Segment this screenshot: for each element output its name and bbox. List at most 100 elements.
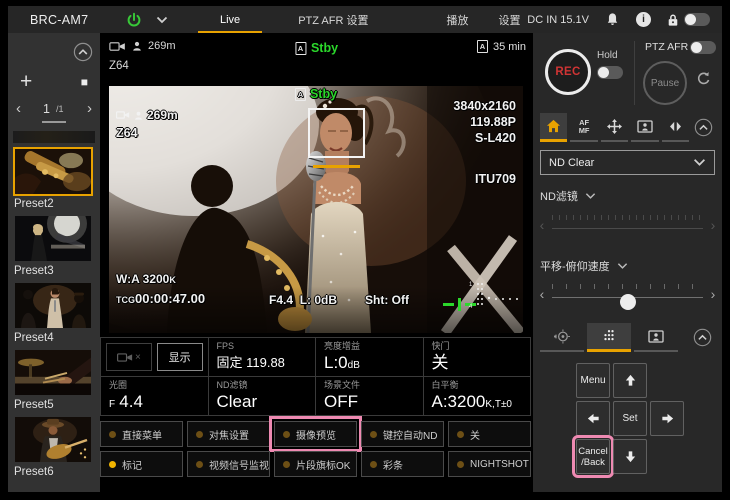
tab-playback[interactable]: 播放	[446, 12, 468, 28]
button-marker[interactable]: 标记	[100, 451, 183, 477]
button-camera-preview[interactable]: 摄像预览	[269, 416, 362, 452]
rec-hold-toggle[interactable]	[597, 66, 623, 79]
camera-status-strip: 269m Z64 A Stby A 35 min	[100, 33, 533, 86]
right-button[interactable]	[650, 401, 684, 436]
preset6-label: Preset6	[14, 466, 54, 478]
sidebar-collapse-icon[interactable]	[73, 42, 93, 62]
info-cell-nd[interactable]: ND滤镜 Clear	[208, 377, 315, 415]
svg-text:1: 1	[469, 282, 473, 288]
pan-tilt-icon	[607, 119, 623, 134]
rec-button[interactable]: REC	[545, 49, 591, 95]
osd-off-button[interactable]: ×	[106, 343, 152, 371]
info-cell-gain[interactable]: 亮度增益 L:0dB	[316, 338, 423, 376]
slider-left-arrow[interactable]: ‹	[535, 287, 549, 301]
tab-tracking[interactable]	[631, 113, 659, 142]
tab-menu-keypad[interactable]	[587, 323, 631, 352]
preset4-label: Preset4	[14, 332, 54, 344]
cancel-back-button[interactable]: Cancel/Back	[572, 435, 614, 478]
button-off[interactable]: 关	[448, 421, 531, 447]
button-nightshot[interactable]: NIGHTSHOT	[448, 451, 531, 477]
menu-button[interactable]: Menu	[576, 363, 610, 398]
page-total: /1	[55, 103, 64, 114]
joystick-icon	[554, 329, 570, 344]
button-focus-settings[interactable]: 对焦设置	[187, 421, 270, 447]
osd-white-balance: W:A 3200K	[116, 272, 176, 286]
nd-filter-slider: ‹ ›	[535, 213, 720, 237]
info-cell-shutter[interactable]: 快门 关	[423, 338, 530, 376]
camera-info-panel: × 显示 FPS 固定 119.88 亮度增益 L:0dB 快门 关 光圈 F …	[100, 337, 531, 416]
tab-joystick[interactable]	[540, 323, 584, 352]
info-cell-white-balance[interactable]: 白平衡 A:3200K,T±0	[423, 377, 530, 415]
panel-collapse-icon[interactable]	[692, 113, 715, 142]
zoom-position: Z64	[109, 60, 129, 72]
power-icon[interactable]	[126, 12, 142, 28]
tab-tracking[interactable]	[634, 323, 678, 352]
button-video-signal-monitor[interactable]: 视频信号监视	[187, 451, 270, 477]
info-cell-scene-file[interactable]: 场景文件 OFF	[316, 377, 423, 415]
preset4-thumbnail-image	[15, 283, 91, 328]
led-indicator	[196, 430, 203, 438]
nd-filter-select[interactable]: ND Clear	[540, 150, 715, 175]
button-color-bars[interactable]: 彩条	[361, 451, 444, 477]
media-slot-icon: A	[476, 40, 488, 53]
info-icon[interactable]: i	[636, 12, 651, 27]
panel-collapse-icon[interactable]	[689, 323, 715, 352]
display-button[interactable]: 显示	[156, 343, 203, 371]
tab-ptz-afr-settings[interactable]: PTZ AFR 设置	[298, 12, 368, 28]
osd-format-stack: 3840x2160 119.88P S-L420	[453, 98, 516, 146]
page-next-button[interactable]: ›	[87, 100, 92, 117]
ptz-afr-toggle[interactable]	[690, 41, 716, 54]
button-direct-menu[interactable]: 直接菜单	[100, 421, 183, 447]
tab-iris-adjust[interactable]	[661, 113, 690, 142]
preset-thumbnail-partial[interactable]	[13, 131, 95, 143]
tab-settings[interactable]: 设置	[498, 12, 520, 28]
info-cell-fps[interactable]: FPS 固定 119.88	[208, 338, 315, 376]
refresh-icon[interactable]	[696, 71, 711, 86]
nd-slider-section[interactable]: ND滤镜	[540, 188, 715, 204]
control-panel: REC Hold PTZ AFR Pause AF MF ND Clear ND…	[533, 33, 722, 492]
record-controls: REC Hold PTZ AFR Pause	[533, 33, 722, 113]
info-cell-iris[interactable]: 光圈 F 4.4	[101, 377, 208, 415]
osd-timecode: TCG00:00:47.00	[116, 291, 206, 306]
down-button[interactable]	[613, 439, 647, 474]
control-tabbar-top: AF MF	[533, 113, 722, 142]
preset4-thumbnail[interactable]	[13, 281, 93, 330]
cross-icon: ×	[134, 351, 141, 363]
page-prev-button[interactable]: ‹	[16, 100, 21, 117]
audio-level-meter: 14	[469, 278, 521, 312]
add-preset-button[interactable]: +	[20, 71, 32, 92]
button-key-auto-nd[interactable]: 键控自动ND	[361, 421, 444, 447]
pan-tilt-speed-slider[interactable]: ‹ ›	[535, 282, 720, 310]
left-button[interactable]	[576, 401, 610, 436]
preset6-thumbnail[interactable]	[13, 415, 93, 464]
tab-home[interactable]	[540, 113, 568, 142]
app-window: BRC-AM7 Live PTZ AFR 设置 播放 设置 DC IN 15.1…	[8, 6, 722, 492]
osd-record-state: A Stby	[294, 87, 337, 101]
preset3-thumbnail[interactable]	[13, 214, 93, 263]
slider-thumb[interactable]	[619, 294, 636, 310]
pause-button[interactable]: Pause	[643, 61, 687, 105]
tab-live[interactable]: Live	[197, 14, 263, 34]
set-button[interactable]: Set	[613, 401, 647, 436]
preset5-thumbnail[interactable]	[13, 348, 93, 397]
chevron-down-icon[interactable]	[156, 16, 168, 24]
pan-tilt-speed-section[interactable]: 平移-俯仰速度	[540, 258, 715, 274]
lock-toggle[interactable]	[684, 13, 710, 26]
preset2-thumbnail[interactable]	[13, 147, 93, 196]
bell-icon[interactable]	[605, 12, 620, 27]
tab-pan-tilt[interactable]	[600, 113, 629, 142]
pager-underline	[42, 121, 66, 123]
up-button[interactable]	[613, 363, 647, 398]
face-detection-box	[308, 108, 365, 158]
button-clip-flag-ok[interactable]: 片段旗标OK	[274, 451, 357, 477]
tracking-person-icon	[648, 330, 664, 343]
slider-right-arrow[interactable]: ›	[706, 287, 720, 301]
lock-icon	[667, 13, 679, 27]
device-name: BRC-AM7	[30, 12, 89, 27]
divider	[634, 41, 635, 105]
stop-preset-button[interactable]: ■	[81, 75, 88, 89]
video-monitor[interactable]: A Stby 269m Z64 3840x2160 119.88P S-L420…	[109, 86, 523, 333]
led-indicator	[196, 460, 203, 468]
tab-af-mf[interactable]: AF MF	[570, 113, 598, 142]
preset5-thumbnail-image	[15, 350, 91, 395]
